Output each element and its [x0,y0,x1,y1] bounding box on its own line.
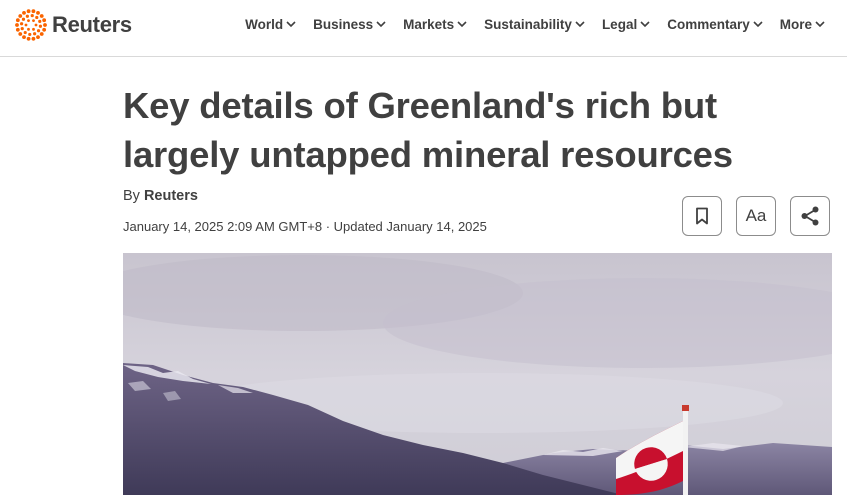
logo-dot [39,32,44,36]
logo-dot [35,15,39,20]
logo-dot [15,27,20,32]
logo-dot [30,13,34,18]
logo-dot [18,14,23,18]
chevron-down-icon [575,21,585,28]
text-size-button[interactable]: Aa [736,196,776,236]
logo-dot [33,32,37,36]
text-size-label: Aa [745,206,767,225]
nav-world-label: World [245,17,284,32]
logo-dot [39,14,44,18]
logo-dot [36,35,40,40]
logo-dot [36,10,40,15]
bookmark-icon [696,207,708,225]
byline-author[interactable]: Reuters [144,188,198,204]
article-headline: Key details of Greenland's rich but larg… [123,81,783,179]
reuters-logo-icon [15,9,47,41]
nav-legal-label: Legal [601,17,638,32]
byline: By Reuters [123,188,198,204]
article-dateline: January 14, 2025 2:09 AM GMT+8 · Updated… [123,219,487,234]
logo-dot [20,27,24,31]
reuters-logo[interactable]: Reuters [14,8,132,42]
reuters-wordmark: Reuters [52,12,132,37]
headline-line-2: largely untapped mineral resources [123,134,733,175]
logo-dot [32,27,35,31]
article-actions: Aa [682,196,830,236]
logo-dot [38,19,42,23]
logo-dot [19,22,24,26]
logo-dot [31,9,36,14]
greenland-landscape-photo [123,253,832,495]
nav-business[interactable]: Business [313,17,386,32]
headline-line-1: Key details of Greenland's rich but [123,85,717,126]
logo-dot [22,10,26,15]
logo-dot [27,19,30,23]
logo-dot [36,29,41,33]
main-nav: World Business Markets Sustainability Le… [228,17,825,32]
chevron-down-icon [640,21,650,28]
logo-dot [34,23,38,27]
share-button[interactable] [790,196,830,236]
nav-more[interactable]: More [780,17,825,32]
nav-sustainability[interactable]: Sustainability [484,17,585,32]
logo-dot [38,24,43,28]
chevron-down-icon [457,21,467,28]
logo-dot [24,23,28,27]
nav-markets[interactable]: Markets [403,17,467,32]
nav-markets-label: Markets [403,17,455,32]
logo-dot [27,27,30,31]
logo-dot [23,30,27,35]
logo-dot [42,18,47,23]
logo-dot [32,19,35,23]
site-header: Reuters World Business Markets Sustainab… [0,0,847,57]
chevron-down-icon [753,21,763,28]
nav-sustainability-label: Sustainability [484,17,572,32]
chevron-down-icon [815,21,825,28]
bookmark-button[interactable] [682,196,722,236]
logo-dot [15,23,19,27]
logo-dot [18,32,23,36]
flag-pole [683,408,688,495]
nav-business-label: Business [313,17,374,32]
logo-dot [26,9,31,14]
logo-dot [42,27,47,32]
logo-dot [22,35,26,40]
logo-dot [28,32,32,37]
logo-dot [43,23,47,27]
nav-commentary-label: Commentary [667,17,750,32]
logo-dot [21,17,26,21]
logo-dot [26,36,31,41]
chevron-down-icon [286,21,296,28]
logo-dot [31,36,36,41]
nav-more-label: More [779,17,812,32]
share-icon [801,206,819,226]
chevron-down-icon [376,21,386,28]
logo-dot [15,18,20,23]
nav-world[interactable]: World [245,17,296,32]
logo-dot [25,14,29,18]
nav-legal[interactable]: Legal [602,17,650,32]
nav-commentary[interactable]: Commentary [667,17,763,32]
byline-prefix: By [123,188,140,204]
hero-image [123,253,832,495]
